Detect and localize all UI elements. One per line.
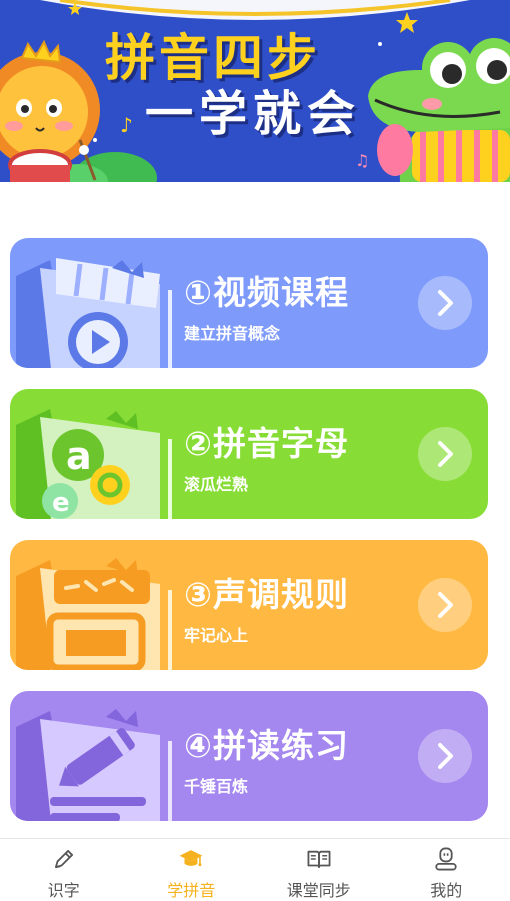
step-card-subtitle: 牢记心上: [184, 622, 248, 646]
step-card-title: ③声调规则: [184, 568, 349, 616]
tab-label: 识字: [48, 877, 80, 901]
tab-label: 学拼音: [167, 877, 215, 901]
pencil-icon: [48, 846, 80, 872]
learning-steps-list: ①视频课程 建立拼音概念 a e ②拼音字母 滚瓜烂熟: [0, 0, 510, 900]
step-card-reading-practice[interactable]: ④拼读练习 千锤百炼: [10, 691, 488, 821]
video-book-icon: [10, 238, 185, 368]
tab-class-sync[interactable]: 课堂同步: [255, 839, 383, 901]
letters-book-icon: a e: [10, 389, 185, 519]
step-card-subtitle: 千锤百炼: [184, 773, 248, 797]
open-book-icon: [303, 846, 335, 872]
chevron-right-icon[interactable]: [418, 427, 472, 481]
bottom-tab-bar: 识字 学拼音 课堂同步 我的: [0, 838, 510, 901]
step-card-subtitle: 滚瓜烂熟: [184, 471, 248, 495]
tab-literacy[interactable]: 识字: [0, 839, 128, 901]
step-card-video-course[interactable]: ①视频课程 建立拼音概念: [10, 238, 488, 368]
tab-label: 课堂同步: [287, 877, 351, 901]
chevron-right-icon[interactable]: [418, 276, 472, 330]
graduation-cap-icon: [175, 846, 207, 872]
tab-learn-pinyin[interactable]: 学拼音: [128, 839, 256, 901]
tone-book-icon: [10, 540, 185, 670]
step-card-title: ②拼音字母: [184, 417, 349, 465]
svg-text:a: a: [66, 434, 92, 478]
step-card-tone-rules[interactable]: ③声调规则 牢记心上: [10, 540, 488, 670]
pencil-book-icon: [10, 691, 185, 821]
tab-label: 我的: [430, 877, 462, 901]
chevron-right-icon[interactable]: [418, 578, 472, 632]
profile-icon: [430, 846, 462, 872]
tab-mine[interactable]: 我的: [383, 839, 510, 901]
step-card-title: ④拼读练习: [184, 719, 349, 767]
chevron-right-icon[interactable]: [418, 729, 472, 783]
svg-text:e: e: [52, 488, 70, 518]
step-card-subtitle: 建立拼音概念: [184, 320, 280, 344]
step-card-pinyin-letters[interactable]: a e ②拼音字母 滚瓜烂熟: [10, 389, 488, 519]
step-card-title: ①视频课程: [184, 266, 349, 314]
